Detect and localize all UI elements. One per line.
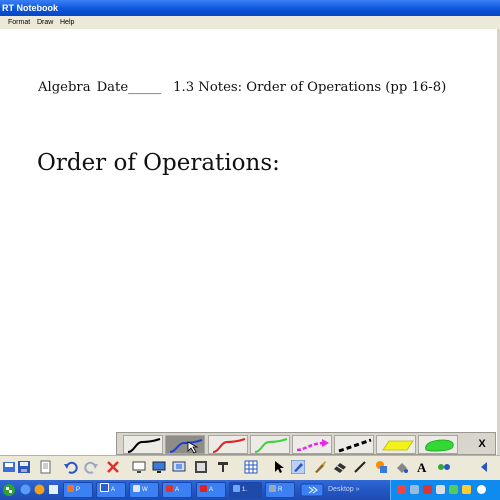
disk-icon[interactable]	[2, 460, 16, 474]
pen-green[interactable]	[250, 435, 290, 454]
pen-red[interactable]	[208, 435, 248, 454]
word-icon	[100, 483, 109, 492]
date-label: Date_____	[96, 80, 162, 95]
green-highlighter-icon	[425, 439, 454, 452]
media-player-icon[interactable]	[34, 484, 45, 495]
chevron-icon: »	[353, 486, 360, 493]
line-icon[interactable]	[353, 460, 367, 474]
quicklaunch-icon[interactable]	[48, 484, 59, 495]
start-icon[interactable]	[2, 483, 16, 497]
save-icon[interactable]	[17, 460, 31, 474]
menu-help[interactable]: Help	[60, 16, 74, 29]
blue-stroke-icon	[169, 439, 203, 454]
desktop-label: Desktop	[328, 486, 354, 493]
app-icon	[166, 485, 173, 492]
properties-icon[interactable]	[437, 460, 451, 474]
task-word[interactable]: A	[96, 482, 126, 498]
pen-black[interactable]	[123, 435, 163, 454]
redo-icon[interactable]	[84, 460, 98, 474]
subject-text: Algebra	[38, 80, 91, 95]
black-stroke-icon	[127, 438, 161, 453]
system-tray	[390, 480, 500, 500]
tray-security-icon[interactable]	[423, 485, 432, 494]
dashed-stroke-icon	[338, 438, 372, 453]
pen-tray: X	[116, 432, 496, 455]
screen-shade-icon[interactable]	[132, 460, 146, 474]
task-firefox[interactable]: P	[63, 482, 93, 498]
window-icon	[133, 485, 140, 492]
creative-pen-icon[interactable]	[313, 460, 327, 474]
eraser-icon[interactable]	[333, 460, 347, 474]
app-icon	[269, 485, 276, 492]
browser-icon[interactable]	[20, 484, 31, 495]
toolbar-arrow-icon[interactable]	[478, 460, 492, 474]
firefox-icon	[67, 485, 74, 492]
pen-yellow-highlighter[interactable]	[376, 435, 416, 454]
page-icon[interactable]	[38, 460, 52, 474]
task-pdf[interactable]: A	[196, 482, 226, 498]
pen-green-highlighter[interactable]	[418, 435, 458, 454]
red-stroke-icon	[212, 438, 246, 453]
tray-update-icon[interactable]	[462, 485, 471, 494]
window-title: RT Notebook	[2, 3, 58, 13]
taskbar-overflow-icon[interactable]	[300, 483, 324, 497]
task-app-r[interactable]: R	[265, 482, 295, 498]
capture-icon[interactable]	[172, 460, 186, 474]
task-notebook[interactable]: 1.	[229, 482, 262, 498]
pen-tray-close-button[interactable]: X	[473, 436, 491, 452]
insert-icon[interactable]	[194, 460, 208, 474]
menu-bar: Format Draw Help	[0, 16, 500, 29]
menu-format[interactable]: Format	[8, 16, 30, 29]
shape-icon[interactable]	[375, 460, 389, 474]
tray-network-icon[interactable]	[397, 485, 406, 494]
desktop-toolbar[interactable]: Desktop »	[328, 480, 388, 500]
green-stroke-icon	[254, 438, 288, 453]
delete-icon[interactable]	[106, 460, 120, 474]
display-icon[interactable]	[152, 460, 166, 474]
table-icon[interactable]	[244, 460, 258, 474]
main-toolbar: A	[0, 455, 500, 480]
notebook-page[interactable]	[0, 29, 500, 473]
text-icon[interactable]: A	[415, 460, 429, 474]
tray-app-icon[interactable]	[436, 485, 445, 494]
svg-text:A: A	[417, 460, 427, 474]
task-app-a[interactable]: A	[162, 482, 192, 498]
tray-volume-icon[interactable]	[410, 485, 419, 494]
page-heading: Order of Operations:	[37, 150, 280, 176]
fill-icon[interactable]	[395, 460, 409, 474]
task-window[interactable]: W	[129, 482, 159, 498]
pdf-icon	[200, 485, 207, 492]
yellow-highlighter-icon	[382, 440, 414, 451]
pen-magenta-arrow[interactable]	[292, 435, 332, 454]
menu-draw[interactable]: Draw	[37, 16, 53, 29]
notebook-icon	[233, 485, 240, 492]
title-bar: RT Notebook	[0, 0, 500, 16]
pen-icon[interactable]	[291, 460, 305, 474]
tray-sync-icon[interactable]	[449, 485, 458, 494]
media-icon[interactable]	[216, 460, 230, 474]
undo-icon[interactable]	[64, 460, 78, 474]
pen-dashed[interactable]	[334, 435, 374, 454]
pen-blue[interactable]	[165, 435, 205, 454]
select-icon[interactable]	[272, 460, 286, 474]
magenta-arrow-icon	[296, 439, 329, 452]
tray-clock-icon[interactable]	[477, 485, 486, 494]
notes-header: Algebra Date_____ 1.3 Notes: Order of Oper…	[38, 80, 498, 95]
lesson-title: 1.3 Notes: Order of Operations (pp 16-8)	[173, 80, 447, 95]
